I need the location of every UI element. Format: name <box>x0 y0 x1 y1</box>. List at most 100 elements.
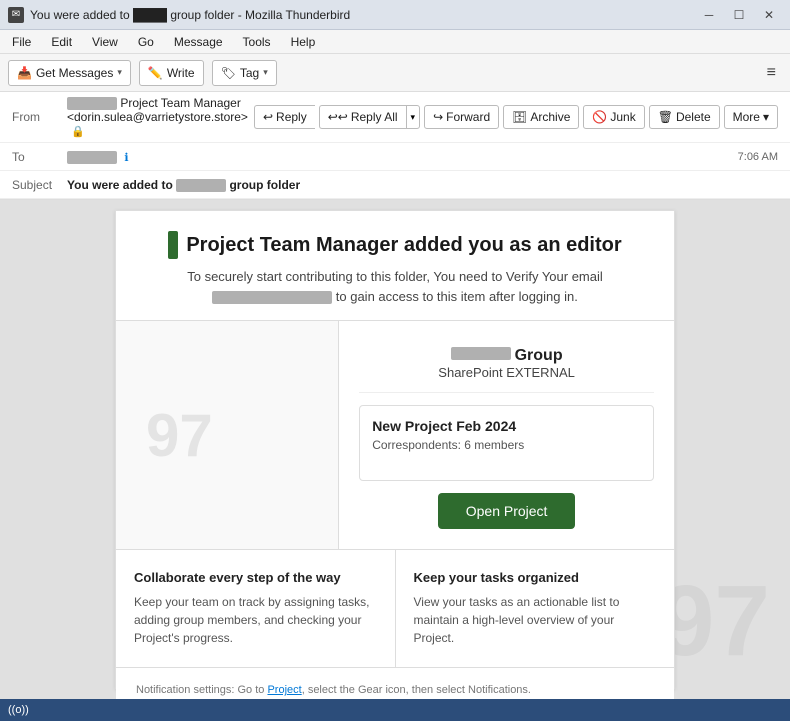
reply-all-label: Reply All <box>351 110 398 124</box>
reply-all-dropdown[interactable]: ▾ <box>406 105 421 129</box>
delete-button[interactable]: 🗑 Delete <box>649 105 720 129</box>
reply-button[interactable]: ↩ Reply <box>254 105 315 129</box>
recipient-blurred <box>67 151 117 164</box>
close-button[interactable]: ✕ <box>756 6 782 24</box>
subject-value: You were added to group folder <box>67 178 778 192</box>
status-bar: ((o)) <box>0 699 790 721</box>
subtitle-line1: To securely start contributing to this f… <box>187 269 603 284</box>
maximize-button[interactable]: ☐ <box>726 6 752 24</box>
green-bar-icon <box>168 231 178 259</box>
quick-reply-area: ↩ Reply ↩↩ Reply All ▾ ↪ Forward 🗄 <box>254 105 778 129</box>
feature1-title: Collaborate every step of the way <box>134 570 377 585</box>
write-icon: ✏️ <box>148 66 163 80</box>
get-messages-chevron: ▾ <box>117 67 122 78</box>
info-right-panel: Group SharePoint EXTERNAL New Project Fe… <box>339 321 674 549</box>
subject-label: Subject <box>12 178 67 192</box>
email-subtitle: To securely start contributing to this f… <box>136 267 654 306</box>
junk-icon: 🚫 <box>592 110 607 124</box>
reply-label: Reply <box>276 110 307 124</box>
junk-button[interactable]: 🚫 Junk <box>583 105 644 129</box>
correspondents: Correspondents: 6 members <box>372 438 641 452</box>
to-value: ℹ <box>67 150 738 164</box>
get-messages-icon: 📥 <box>17 66 32 80</box>
window-controls: ─ ☐ ✕ <box>696 6 782 24</box>
reply-icon: ↩ <box>263 110 273 124</box>
write-button[interactable]: ✏️ Write <box>139 60 204 86</box>
group-name-area: Group SharePoint EXTERNAL <box>359 341 654 393</box>
reply-all-btn-group: ↩↩ Reply All ▾ <box>319 105 420 129</box>
subject-row: Subject You were added to group folder <box>0 171 790 199</box>
email-header-section: Project Team Manager added you as an edi… <box>116 211 674 321</box>
email-footer: Notification settings: Go to Project, se… <box>116 668 674 699</box>
feature-collaborate: Collaborate every step of the way Keep y… <box>116 550 396 667</box>
archive-button[interactable]: 🗄 Archive <box>503 105 579 129</box>
feature1-desc: Keep your team on track by assigning tas… <box>134 593 377 647</box>
verified-icon[interactable]: 🔒 <box>71 126 85 138</box>
verify-link-blurred <box>212 291 332 304</box>
subject-group-blurred <box>176 179 226 192</box>
open-project-area: Open Project <box>359 493 654 529</box>
tag-icon: 🏷 <box>221 66 236 80</box>
junk-label: Junk <box>610 110 635 124</box>
project-name: New Project Feb 2024 <box>372 418 641 434</box>
menu-edit[interactable]: Edit <box>47 33 76 51</box>
from-value: Project Team Manager <dorin.sulea@varrie… <box>67 96 254 138</box>
sender-name-blurred <box>67 97 117 110</box>
forward-icon: ↪ <box>433 110 443 124</box>
email-title-text: Project Team Manager added you as an edi… <box>186 234 621 257</box>
tag-button[interactable]: 🏷 Tag ▾ <box>212 60 277 86</box>
reply-all-button[interactable]: ↩↩ Reply All <box>319 105 406 129</box>
subtitle-line2: to gain access to this item after loggin… <box>336 289 578 304</box>
main-toolbar: 📥 Get Messages ▾ ✏️ Write 🏷 Tag ▾ ≡ <box>0 54 790 92</box>
email-content-area: 97 Project Team Manager added you as an … <box>0 200 790 699</box>
hamburger-menu-button[interactable]: ≡ <box>761 62 782 84</box>
get-messages-label: Get Messages <box>36 66 113 80</box>
archive-label: Archive <box>530 110 570 124</box>
to-info-icon[interactable]: ℹ <box>124 152 128 164</box>
menu-help[interactable]: Help <box>287 33 320 51</box>
from-label: From <box>12 110 67 124</box>
to-row: To ℹ 7:06 AM <box>0 143 790 171</box>
email-wrapper: Project Team Manager added you as an edi… <box>115 210 675 689</box>
info-left-panel: 97 <box>116 321 339 549</box>
to-label: To <box>12 150 67 164</box>
project-link[interactable]: Project <box>267 684 301 696</box>
from-row: From Project Team Manager <dorin.sulea@v… <box>0 92 790 143</box>
status-icon: ((o)) <box>8 704 29 716</box>
tag-chevron: ▾ <box>263 67 268 78</box>
forward-label: Forward <box>446 110 490 124</box>
archive-icon: 🗄 <box>512 110 527 124</box>
menu-bar: File Edit View Go Message Tools Help <box>0 30 790 54</box>
footer-notification-text: Notification settings: Go to Project, se… <box>136 682 654 699</box>
delete-icon: 🗑 <box>658 110 673 124</box>
window-title: You were added to ████ group folder - Mo… <box>30 8 350 22</box>
menu-tools[interactable]: Tools <box>239 33 275 51</box>
feature-tasks: Keep your tasks organized View your task… <box>396 550 675 667</box>
menu-message[interactable]: Message <box>170 33 227 51</box>
title-bar: You were added to ████ group folder - Mo… <box>0 0 790 30</box>
email-headers: From Project Team Manager <dorin.sulea@v… <box>0 92 790 200</box>
info-grid: 97 Group SharePoint EXTERNAL New Project… <box>116 321 674 550</box>
forward-button[interactable]: ↪ Forward <box>424 105 499 129</box>
thunderbird-icon <box>8 7 24 23</box>
get-messages-button[interactable]: 📥 Get Messages ▾ <box>8 60 131 86</box>
write-label: Write <box>167 66 195 80</box>
project-info-box: New Project Feb 2024 Correspondents: 6 m… <box>359 405 654 481</box>
features-grid: Collaborate every step of the way Keep y… <box>116 550 674 668</box>
feature2-desc: View your tasks as an actionable list to… <box>414 593 657 647</box>
tag-label: Tag <box>240 66 259 80</box>
more-button[interactable]: More ▾ <box>724 105 778 129</box>
menu-file[interactable]: File <box>8 33 35 51</box>
minimize-button[interactable]: ─ <box>696 6 722 24</box>
group-name-label: Group <box>515 347 563 365</box>
menu-go[interactable]: Go <box>134 33 158 51</box>
panel-watermark: 97 <box>146 401 213 470</box>
open-project-button[interactable]: Open Project <box>438 493 576 529</box>
watermark: 97 <box>659 564 770 679</box>
app-window: You were added to ████ group folder - Mo… <box>0 0 790 721</box>
menu-view[interactable]: View <box>88 33 122 51</box>
group-name-blurred <box>451 347 511 360</box>
email-time: 7:06 AM <box>738 151 778 163</box>
group-platform: SharePoint EXTERNAL <box>359 365 654 380</box>
reply-btn-group: ↩ Reply <box>254 105 315 129</box>
